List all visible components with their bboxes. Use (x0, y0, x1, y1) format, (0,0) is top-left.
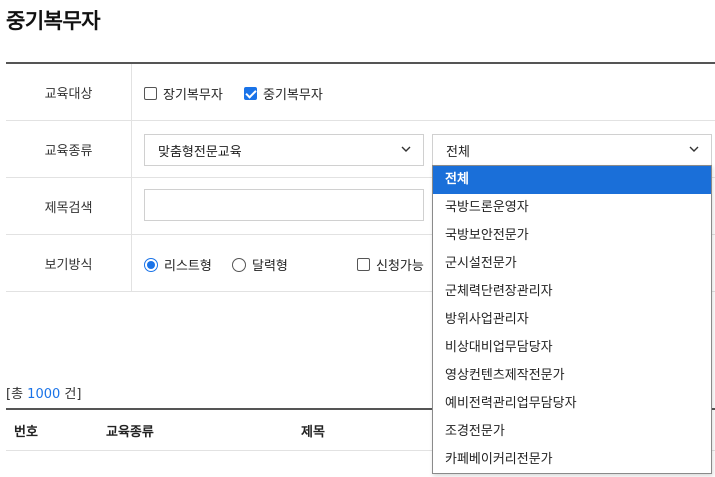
page-title: 중기복무자 (6, 9, 101, 33)
total-prefix: [총 (6, 387, 28, 402)
title-search-input[interactable] (144, 189, 424, 221)
chevron-down-icon (401, 146, 411, 152)
header-title: 제목 (301, 425, 325, 440)
search-label: 제목검색 (6, 178, 132, 234)
dropdown-option[interactable]: 국방드론운영자 (433, 194, 711, 222)
dropdown-option[interactable]: 조경전문가 (433, 418, 711, 446)
radio-list-view-label: 리스트형 (164, 259, 212, 274)
chevron-down-icon (689, 146, 699, 152)
checkbox-available-box[interactable] (357, 258, 370, 271)
dropdown-option[interactable]: 비상대비업무담당자 (433, 334, 711, 362)
subtype-dropdown-list: 전체 국방드론운영자 국방보안전문가 군시설전문가 군체력단련장관리자 방위사업관리자 비상… (432, 165, 712, 474)
radio-calendar-view-label: 달력형 (252, 259, 288, 274)
dropdown-option[interactable]: 군체력단련장관리자 (433, 278, 711, 306)
dropdown-option[interactable]: 예비전력관리업무담당자 (433, 390, 711, 418)
total-suffix: 건] (60, 387, 82, 402)
radio-list-view-circle[interactable] (144, 257, 158, 272)
education-subtype-select[interactable]: 전체 (432, 134, 712, 166)
header-number: 번호 (14, 425, 38, 440)
dropdown-option[interactable]: 방위사업관리자 (433, 306, 711, 334)
radio-calendar-view-circle[interactable] (232, 257, 246, 272)
checkbox-mid-term-label: 중기복무자 (263, 88, 323, 103)
dropdown-option[interactable]: 영상컨텐츠제작전문가 (433, 362, 711, 390)
checkbox-long-term[interactable]: 장기복무자 (144, 84, 223, 103)
dropdown-option[interactable]: 전체 (433, 166, 711, 194)
total-count-text: [총 1000 건] (6, 383, 81, 402)
header-type: 교육종류 (106, 425, 154, 440)
dropdown-option[interactable]: 국방보안전문가 (433, 222, 711, 250)
education-type-select-value: 맞춤형전문교육 (158, 144, 242, 160)
dropdown-option[interactable]: 카페베이커리전문가 (433, 446, 711, 473)
total-count: 1000 (27, 387, 61, 402)
view-label: 보기방식 (6, 235, 132, 291)
checkbox-available[interactable]: 신청가능 (357, 255, 424, 274)
form-row-target: 교육대상 장기복무자 중기복무자 (6, 64, 715, 121)
checkbox-mid-term-box[interactable] (244, 87, 257, 100)
radio-calendar-view[interactable]: 달력형 (232, 255, 288, 274)
checkbox-available-label: 신청가능 (376, 259, 424, 274)
radio-list-view[interactable]: 리스트형 (144, 255, 212, 274)
dropdown-option[interactable]: 군시설전문가 (433, 250, 711, 278)
type-label: 교육종류 (6, 121, 132, 177)
checkbox-long-term-label: 장기복무자 (163, 88, 223, 103)
checkbox-long-term-box[interactable] (144, 87, 157, 100)
education-type-select[interactable]: 맞춤형전문교육 (144, 134, 424, 166)
target-label: 교육대상 (6, 64, 132, 120)
education-subtype-select-value: 전체 (446, 144, 470, 160)
checkbox-mid-term[interactable]: 중기복무자 (244, 84, 323, 103)
